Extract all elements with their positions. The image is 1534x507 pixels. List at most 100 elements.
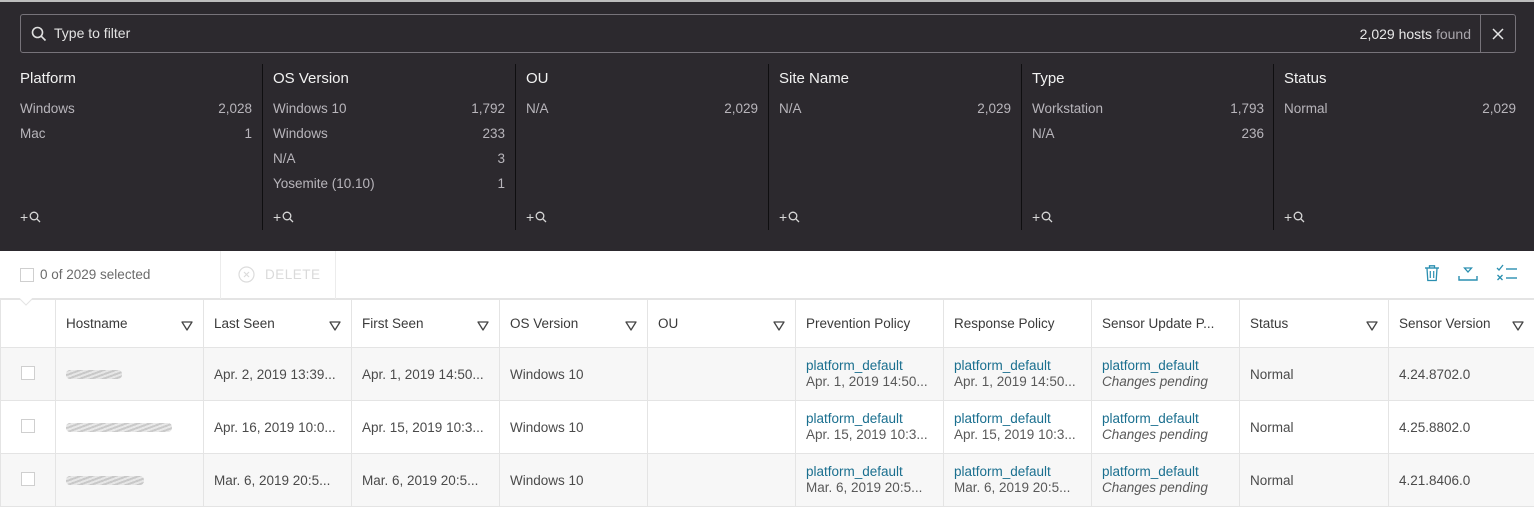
facet-item[interactable]: N/A 236	[1032, 126, 1264, 141]
facet-item[interactable]: Windows 10 1,792	[273, 101, 505, 116]
response-policy-cell: platform_default Apr. 1, 2019 14:50...	[943, 347, 1092, 401]
response-policy-date: Apr. 1, 2019 14:50...	[954, 374, 1076, 389]
checklist-icon[interactable]	[1496, 264, 1518, 282]
add-facet-filter-button[interactable]: +	[1284, 210, 1305, 224]
plus-icon: +	[1032, 209, 1041, 225]
facet-item[interactable]: Windows 233	[273, 126, 505, 141]
facet-divider	[1021, 64, 1022, 230]
sort-filter-icon[interactable]	[477, 321, 489, 331]
prevention-policy-link[interactable]: platform_default	[806, 358, 933, 374]
sort-filter-icon[interactable]	[181, 321, 193, 331]
facet-item-count: 1,793	[1230, 101, 1264, 116]
facet-item[interactable]: N/A 2,029	[526, 101, 758, 116]
delete-button[interactable]: DELETE	[238, 266, 321, 283]
facet-item[interactable]: Mac 1	[20, 126, 252, 141]
response-policy-link[interactable]: platform_default	[954, 464, 1081, 480]
prevention-policy-cell: platform_default Apr. 1, 2019 14:50...	[795, 347, 944, 401]
sensor-version-cell: 4.24.8702.0	[1388, 347, 1534, 401]
column-header-sensor-update-p[interactable]: Sensor Update P...	[1091, 299, 1240, 348]
filter-panel: 2,029 hosts found Platform Windows 2,028…	[0, 0, 1534, 251]
response-policy-link[interactable]: platform_default	[954, 411, 1081, 427]
response-policy-link[interactable]: platform_default	[954, 358, 1081, 374]
sensor-version-cell: 4.25.8802.0	[1388, 400, 1534, 454]
table-row[interactable]: Apr. 16, 2019 10:0... Apr. 15, 2019 10:3…	[0, 400, 1534, 454]
facet-item[interactable]: Normal 2,029	[1284, 101, 1516, 116]
toolbar-actions	[1424, 264, 1518, 282]
sort-filter-icon[interactable]	[1512, 321, 1524, 331]
facet-item-label: N/A	[273, 151, 296, 166]
facet-title: Status	[1284, 70, 1327, 87]
table-row[interactable]: Mar. 6, 2019 20:5... Mar. 6, 2019 20:5..…	[0, 453, 1534, 507]
column-header-sensor-version[interactable]: Sensor Version	[1388, 299, 1534, 348]
facet-item[interactable]: Yosemite (10.10) 1	[273, 176, 505, 191]
download-icon[interactable]	[1458, 264, 1478, 282]
column-header-os-version[interactable]: OS Version	[499, 299, 648, 348]
column-header-status[interactable]: Status	[1239, 299, 1389, 348]
sensor-update-policy-link[interactable]: platform_default	[1102, 464, 1229, 480]
ou-cell	[647, 453, 796, 507]
response-policy-date: Mar. 6, 2019 20:5...	[954, 480, 1071, 495]
facet-item[interactable]: Windows 2,028	[20, 101, 252, 116]
last-seen-cell: Mar. 6, 2019 20:5...	[203, 453, 352, 507]
facet-item-label: Yosemite (10.10)	[273, 176, 375, 191]
row-checkbox[interactable]	[21, 471, 35, 486]
column-header-prevention-policy[interactable]: Prevention Policy	[795, 299, 944, 348]
table-body: Apr. 2, 2019 13:39... Apr. 1, 2019 14:50…	[0, 347, 1534, 507]
facet-divider	[262, 64, 263, 230]
facet-item[interactable]: Workstation 1,793	[1032, 101, 1264, 116]
sort-filter-icon[interactable]	[625, 321, 637, 331]
delete-label: DELETE	[265, 267, 321, 282]
facet-group: Platform Windows 2,028 Mac 1 + OS Version…	[0, 64, 1534, 230]
facet-site-name: Site Name N/A 2,029 +	[768, 64, 1011, 230]
clear-filter-button[interactable]	[1480, 15, 1515, 52]
add-facet-filter-button[interactable]: +	[20, 210, 41, 224]
facet-item-label: Normal	[1284, 101, 1328, 116]
facet-item-count: 233	[482, 126, 505, 141]
first-seen-cell: Apr. 1, 2019 14:50...	[351, 347, 500, 401]
sensor-update-policy-link[interactable]: platform_default	[1102, 358, 1229, 374]
os-version-cell: Windows 10	[499, 453, 648, 507]
hostname-cell[interactable]	[55, 400, 204, 454]
prevention-policy-date: Apr. 1, 2019 14:50...	[806, 374, 928, 389]
select-all[interactable]: 0 of 2029 selected	[20, 267, 150, 282]
facet-item-label: Windows	[20, 101, 75, 116]
trash-icon[interactable]	[1424, 264, 1440, 282]
sort-filter-icon[interactable]	[1366, 321, 1378, 331]
prevention-policy-link[interactable]: platform_default	[806, 411, 933, 427]
facet-item[interactable]: N/A 2,029	[779, 101, 1011, 116]
sort-filter-icon[interactable]	[773, 321, 785, 331]
filter-input[interactable]	[54, 25, 1254, 41]
row-checkbox[interactable]	[21, 418, 35, 433]
plus-icon: +	[526, 209, 535, 225]
facet-platform: Platform Windows 2,028 Mac 1 +	[20, 64, 252, 230]
add-facet-filter-button[interactable]: +	[526, 209, 547, 225]
add-facet-filter-button[interactable]: +	[1032, 209, 1053, 225]
status-cell: Normal	[1239, 453, 1389, 507]
select-all-checkbox[interactable]	[20, 267, 34, 282]
prevention-policy-link[interactable]: platform_default	[806, 464, 933, 480]
sensor-update-policy-link[interactable]: platform_default	[1102, 411, 1229, 427]
facet-item-label: Mac	[20, 126, 46, 141]
column-header-last-seen[interactable]: Last Seen	[203, 299, 352, 348]
row-select-cell	[0, 400, 56, 454]
row-checkbox[interactable]	[21, 365, 35, 380]
facet-status: Status Normal 2,029 +	[1273, 64, 1516, 230]
column-header-ou[interactable]: OU	[647, 299, 796, 348]
hostname-cell[interactable]	[55, 347, 204, 401]
redacted-hostname	[66, 475, 144, 485]
sort-filter-icon[interactable]	[329, 321, 341, 331]
table-row[interactable]: Apr. 2, 2019 13:39... Apr. 1, 2019 14:50…	[0, 347, 1534, 401]
sensor-update-policy-cell: platform_default Changes pending	[1091, 400, 1240, 454]
column-header-label: Sensor Update P...	[1102, 316, 1215, 331]
column-header-first-seen[interactable]: First Seen	[351, 299, 500, 348]
column-header-hostname[interactable]: Hostname	[55, 299, 204, 348]
sensor-update-policy-note: Changes pending	[1102, 374, 1208, 389]
add-facet-filter-button[interactable]: +	[273, 210, 294, 224]
add-facet-filter-button[interactable]: +	[779, 210, 800, 224]
column-header-response-policy[interactable]: Response Policy	[943, 299, 1092, 348]
column-header-label: OS Version	[510, 316, 579, 331]
sensor-update-policy-cell: platform_default Changes pending	[1091, 347, 1240, 401]
hostname-cell[interactable]	[55, 453, 204, 507]
prevention-policy-date: Mar. 6, 2019 20:5...	[806, 480, 923, 495]
facet-item[interactable]: N/A 3	[273, 151, 505, 166]
